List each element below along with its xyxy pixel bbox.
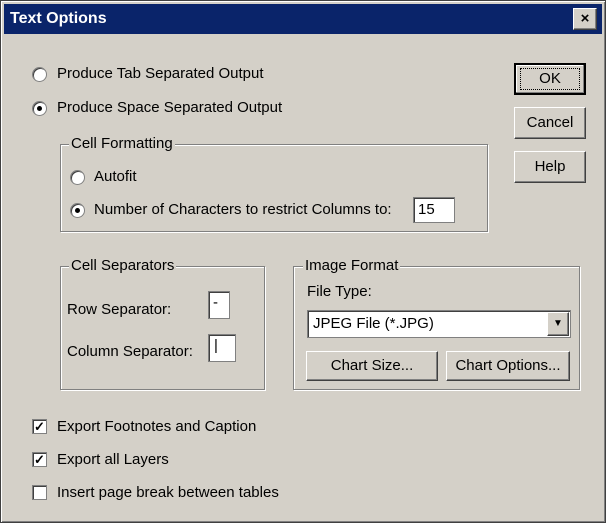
file-type-value: JPEG File (*.JPG) (313, 315, 434, 332)
page-break-checkbox[interactable] (32, 485, 47, 500)
file-type-select[interactable]: JPEG File (*.JPG) ▼ (307, 310, 571, 338)
export-footnotes-checkbox[interactable]: ✓ (32, 419, 47, 434)
export-footnotes-label[interactable]: Export Footnotes and Caption (57, 418, 256, 435)
num-chars-value: 15 (418, 201, 435, 218)
export-layers-label[interactable]: Export all Layers (57, 451, 169, 468)
export-layers-checkbox[interactable]: ✓ (32, 452, 47, 467)
column-separator-label: Column Separator: (67, 343, 193, 360)
cell-formatting-title: Cell Formatting (69, 135, 175, 152)
check-icon: ✓ (34, 452, 45, 467)
file-type-label: File Type: (307, 283, 372, 300)
row-separator-label: Row Separator: (67, 301, 172, 318)
image-format-title: Image Format (303, 257, 401, 274)
column-separator-value: | (214, 337, 218, 354)
cancel-button[interactable]: Cancel (514, 107, 586, 139)
row-separator-value: - (213, 294, 218, 311)
title-bar: Text Options × (4, 4, 602, 34)
chevron-down-icon[interactable]: ▼ (547, 312, 569, 336)
help-button[interactable]: Help (514, 151, 586, 183)
ok-button[interactable]: OK (514, 63, 586, 95)
page-break-label[interactable]: Insert page break between tables (57, 484, 279, 501)
radio-autofit[interactable] (70, 170, 85, 185)
column-separator-input[interactable]: | (208, 334, 236, 362)
close-icon: × (580, 10, 590, 27)
chart-options-button[interactable]: Chart Options... (446, 351, 570, 381)
radio-num-chars[interactable] (70, 203, 85, 218)
row-separator-input[interactable]: - (208, 291, 230, 319)
cell-separators-group (60, 266, 265, 390)
cell-separators-title: Cell Separators (69, 257, 177, 274)
radio-num-chars-label[interactable]: Number of Characters to restrict Columns… (94, 201, 392, 218)
radio-tab-separated[interactable] (32, 67, 47, 82)
num-chars-input[interactable]: 15 (413, 197, 455, 223)
radio-space-separated[interactable] (32, 101, 47, 116)
close-button[interactable]: × (573, 8, 597, 30)
radio-autofit-label[interactable]: Autofit (94, 168, 137, 185)
check-icon: ✓ (34, 419, 45, 434)
radio-space-separated-label[interactable]: Produce Space Separated Output (57, 99, 282, 116)
chart-size-button[interactable]: Chart Size... (306, 351, 438, 381)
radio-tab-separated-label[interactable]: Produce Tab Separated Output (57, 65, 264, 82)
window-title: Text Options (10, 10, 107, 27)
text-options-dialog: Text Options × Produce Tab Separated Out… (0, 0, 606, 523)
